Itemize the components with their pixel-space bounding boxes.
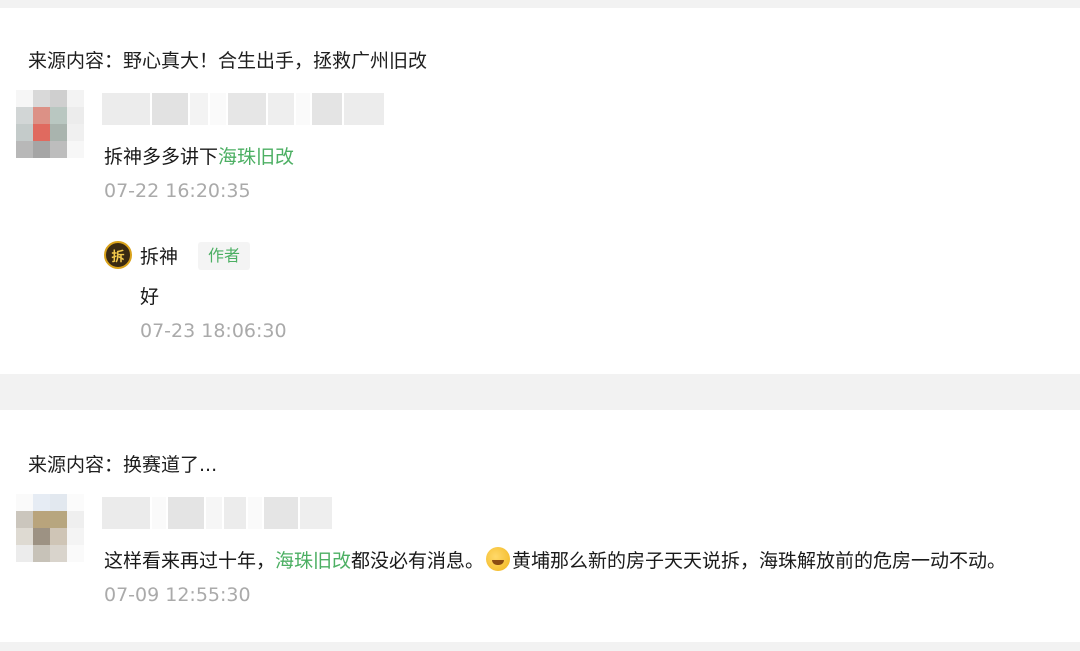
source-label: 来源内容： xyxy=(28,454,124,476)
comment-text-middle: 都没必有消息。 xyxy=(351,550,485,572)
reply-text: 好 xyxy=(140,286,160,308)
author-avatar[interactable]: 拆 xyxy=(104,241,132,269)
author-avatar-glyph: 拆 xyxy=(111,249,125,265)
comment-card: 来源内容：换赛道了... 这样看来再过十年，海珠旧改都没必有消息。 黄埔那么新的房… xyxy=(0,410,1080,642)
username-blurred[interactable] xyxy=(102,93,384,125)
laughing-crying-emoji-icon xyxy=(486,547,511,571)
comment-timestamp: 07-09 12:55:30 xyxy=(104,584,251,606)
avatar[interactable] xyxy=(16,90,84,158)
comment-text-after: 黄埔那么新的房子天天说拆，海珠解放前的危房一动不动。 xyxy=(512,550,1007,572)
username-blurred[interactable] xyxy=(102,497,332,529)
source-title: 野心真大！合生出手，拯救广州旧改 xyxy=(123,50,428,72)
author-badge: 作者 xyxy=(198,242,251,270)
topic-link[interactable]: 海珠旧改 xyxy=(218,146,294,168)
comment-card: 来源内容：野心真大！合生出手，拯救广州旧改 拆神多多讲下海珠旧改 07-22 1… xyxy=(0,8,1080,374)
comment-text: 拆神多多讲下海珠旧改 xyxy=(104,142,294,169)
source-title: 换赛道了... xyxy=(123,454,218,476)
source-content[interactable]: 来源内容：换赛道了... xyxy=(28,450,217,477)
comment-text: 这样看来再过十年，海珠旧改都没必有消息。 黄埔那么新的房子天天说拆，海珠解放前的危… xyxy=(104,546,1006,573)
avatar[interactable] xyxy=(16,494,84,562)
source-label: 来源内容： xyxy=(28,50,124,72)
comment-text-before: 这样看来再过十年， xyxy=(104,550,276,572)
comment-timestamp: 07-22 16:20:35 xyxy=(104,180,251,202)
source-content[interactable]: 来源内容：野心真大！合生出手，拯救广州旧改 xyxy=(28,46,427,73)
comment-text-before: 拆神多多讲下 xyxy=(104,146,219,168)
topic-link[interactable]: 海珠旧改 xyxy=(275,550,351,572)
reply-author-name[interactable]: 拆神 xyxy=(140,242,178,269)
reply-timestamp: 07-23 18:06:30 xyxy=(140,320,287,342)
